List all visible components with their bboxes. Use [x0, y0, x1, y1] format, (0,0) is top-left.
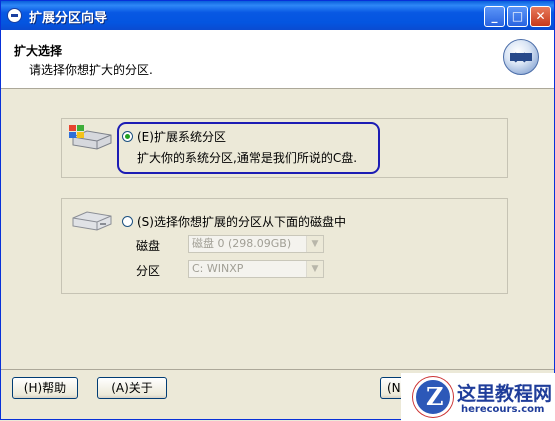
partition-select-value: C: WINXP — [192, 262, 244, 275]
minimize-button[interactable]: _ — [484, 6, 505, 27]
watermark-cn-text: 这里教程网 — [457, 383, 553, 405]
help-button[interactable]: (H)帮助 — [12, 377, 78, 399]
radio-selected-indicator[interactable] — [122, 131, 133, 142]
disk-select-value: 磁盘 0 (298.09GB) — [192, 237, 292, 250]
extend-system-partition-radio[interactable]: (E)扩展系统分区 — [122, 128, 226, 145]
radio-unselected-indicator[interactable] — [122, 216, 133, 227]
page-subtitle: 请选择你想扩大的分区. — [29, 63, 153, 77]
watermark-emblem-icon: Z — [413, 377, 453, 417]
partition-select[interactable]: C: WINXP ▼ — [188, 260, 324, 278]
close-button[interactable]: ✕ — [530, 6, 551, 27]
system-disk-icon — [69, 125, 112, 150]
watermark-logo: Z 这里教程网 herecours.com — [401, 373, 555, 421]
watermark-en-text: herecours.com — [461, 404, 545, 415]
extend-partition-icon — [503, 39, 539, 75]
partition-label: 分区 — [136, 264, 161, 278]
disk-label: 磁盘 — [136, 239, 161, 253]
chevron-down-icon[interactable]: ▼ — [306, 261, 323, 277]
select-partition-radio[interactable]: (S)选择你想扩展的分区从下面的磁盘中 — [122, 213, 346, 230]
disk-select[interactable]: 磁盘 0 (298.09GB) ▼ — [188, 235, 324, 253]
extend-system-partition-label: (E)扩展系统分区 — [137, 130, 226, 144]
page-title: 扩大选择 — [14, 44, 63, 58]
chevron-down-icon[interactable]: ▼ — [306, 236, 323, 252]
title-bar[interactable]: 扩展分区向导 _ □ ✕ — [1, 1, 554, 30]
wizard-window: 扩展分区向导 _ □ ✕ 扩大选择 请选择你想扩大的分区. (E)扩展系统分区 … — [0, 0, 555, 421]
maximize-button[interactable]: □ — [507, 6, 528, 27]
wizard-header: 扩大选择 请选择你想扩大的分区. — [1, 30, 554, 89]
about-button[interactable]: (A)关于 — [97, 377, 167, 399]
footer-divider — [1, 369, 554, 370]
extend-system-partition-description: 扩大你的系统分区,通常是我们所说的C盘. — [137, 151, 358, 165]
window-title: 扩展分区向导 — [29, 11, 108, 26]
hard-disk-icon — [72, 211, 112, 231]
app-icon — [7, 8, 22, 23]
select-partition-label: (S)选择你想扩展的分区从下面的磁盘中 — [137, 215, 346, 229]
